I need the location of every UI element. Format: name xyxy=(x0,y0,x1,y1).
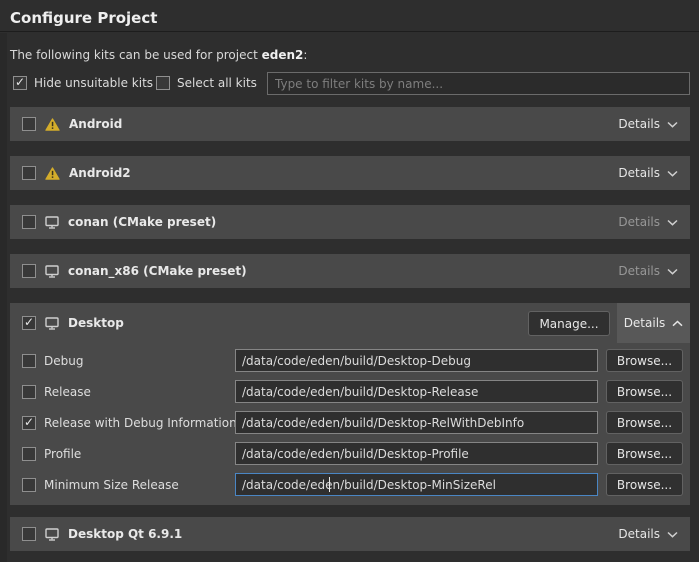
page-title: Configure Project xyxy=(10,9,157,27)
checkbox-icon[interactable] xyxy=(13,76,27,90)
browse-button[interactable]: Browse... xyxy=(606,380,683,403)
build-config-label: Release with Debug Information xyxy=(44,416,237,430)
select-all-kits-label: Select all kits xyxy=(177,76,257,90)
warning-icon xyxy=(45,167,60,180)
project-name: eden2 xyxy=(262,48,304,62)
chevron-down-icon xyxy=(667,527,678,541)
build-dir-input[interactable] xyxy=(235,411,598,434)
kits-description-colon: : xyxy=(303,48,307,62)
kit-name: conan_x86 (CMake preset) xyxy=(68,264,247,278)
build-dir-input[interactable] xyxy=(235,442,598,465)
kit-row-desktop-qt-691: Desktop Qt 6.9.1 Details xyxy=(10,517,690,551)
kit-checkbox[interactable] xyxy=(22,117,36,131)
hide-unsuitable-kits-checkbox[interactable]: Hide unsuitable kits xyxy=(13,74,153,91)
details-label: Details xyxy=(618,215,660,229)
build-config-row-release: Release Browse... xyxy=(10,380,690,403)
browse-button[interactable]: Browse... xyxy=(606,473,683,496)
select-all-kits-checkbox[interactable]: Select all kits xyxy=(156,74,257,91)
kit-filter-input[interactable] xyxy=(267,72,690,95)
warning-icon xyxy=(45,118,60,131)
browse-button[interactable]: Browse... xyxy=(606,411,683,434)
title-divider xyxy=(0,31,699,32)
chevron-down-icon xyxy=(667,264,678,278)
kit-row-android2: Android2 Details xyxy=(10,156,690,190)
manage-button[interactable]: Manage... xyxy=(528,311,610,336)
kit-name: Android2 xyxy=(69,166,131,180)
kit-row-conan: conan (CMake preset) Details xyxy=(10,205,690,239)
details-button[interactable]: Details xyxy=(606,156,690,190)
build-config-row-debug: Debug Browse... xyxy=(10,349,690,372)
build-config-row-profile: Profile Browse... xyxy=(10,442,690,465)
details-button[interactable]: Details xyxy=(606,205,690,239)
chevron-down-icon xyxy=(667,117,678,131)
browse-button[interactable]: Browse... xyxy=(606,349,683,372)
kit-checkbox[interactable] xyxy=(22,264,36,278)
build-config-row-relwithdebinfo: Release with Debug Information Browse... xyxy=(10,411,690,434)
build-config-label: Release xyxy=(44,385,91,399)
build-config-checkbox[interactable] xyxy=(22,447,36,461)
kit-checkbox[interactable] xyxy=(22,527,36,541)
desktop-icon xyxy=(45,528,59,541)
details-label: Details xyxy=(618,117,660,131)
kit-name: Android xyxy=(69,117,122,131)
build-config-checkbox[interactable] xyxy=(22,478,36,492)
build-dir-input[interactable] xyxy=(235,473,598,496)
desktop-icon xyxy=(45,317,59,330)
chevron-down-icon xyxy=(667,215,678,229)
details-label: Details xyxy=(618,527,660,541)
build-config-label: Debug xyxy=(44,354,83,368)
kits-description: The following kits can be used for proje… xyxy=(10,48,307,62)
hide-unsuitable-kits-label: Hide unsuitable kits xyxy=(34,76,153,90)
kit-name: Desktop Qt 6.9.1 xyxy=(68,527,182,541)
kit-row-android: Android Details xyxy=(10,107,690,141)
panel-left-edge xyxy=(0,33,7,562)
browse-button[interactable]: Browse... xyxy=(606,442,683,465)
build-config-checkbox[interactable] xyxy=(22,354,36,368)
chevron-down-icon xyxy=(667,166,678,180)
chevron-up-icon xyxy=(672,316,683,330)
checkbox-icon[interactable] xyxy=(156,76,170,90)
build-config-checkbox[interactable] xyxy=(22,416,36,430)
kit-checkbox[interactable] xyxy=(22,215,36,229)
desktop-icon xyxy=(45,265,59,278)
build-config-label: Profile xyxy=(44,447,81,461)
kit-name: conan (CMake preset) xyxy=(68,215,216,229)
build-dir-input[interactable] xyxy=(235,380,598,403)
details-label: Details xyxy=(618,264,660,278)
kit-checkbox[interactable] xyxy=(22,316,36,330)
build-config-label: Minimum Size Release xyxy=(44,478,179,492)
details-button[interactable]: Details xyxy=(617,303,690,343)
configure-project-page: { "page": { "title": "Configure Project"… xyxy=(0,0,699,562)
desktop-icon xyxy=(45,216,59,229)
kit-checkbox[interactable] xyxy=(22,166,36,180)
build-config-row-minsizerel: Minimum Size Release Browse... xyxy=(10,473,690,496)
kit-row-desktop: Desktop Manage... Details xyxy=(10,303,690,343)
build-dir-input[interactable] xyxy=(235,349,598,372)
build-config-checkbox[interactable] xyxy=(22,385,36,399)
kit-row-conan-x86: conan_x86 (CMake preset) Details xyxy=(10,254,690,288)
text-caret xyxy=(329,477,330,492)
details-button[interactable]: Details xyxy=(606,254,690,288)
details-button[interactable]: Details xyxy=(606,517,690,551)
details-label: Details xyxy=(624,316,666,330)
kit-name: Desktop xyxy=(68,316,124,330)
details-label: Details xyxy=(618,166,660,180)
kit-section-desktop: Desktop Manage... Details Debug Browse..… xyxy=(10,303,690,505)
kits-description-text: The following kits can be used for proje… xyxy=(10,48,262,62)
details-button[interactable]: Details xyxy=(606,107,690,141)
